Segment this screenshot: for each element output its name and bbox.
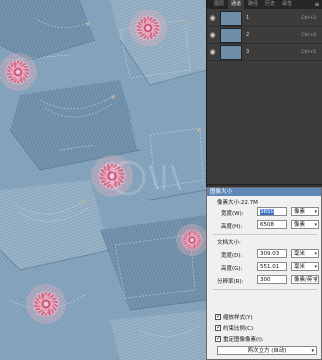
denim-pattern-image	[0, 0, 206, 360]
constrain-proportions-label: 约束比例(C)	[223, 326, 254, 332]
pixel-size-label: 像素大小:22.7M	[217, 200, 258, 206]
resolution-unit-select[interactable]: 像素/英寸	[291, 275, 319, 284]
doc-height-input[interactable]: 551.01	[257, 262, 287, 271]
pixel-width-value: 3650	[260, 209, 274, 215]
doc-width-input[interactable]: 309.03	[257, 249, 287, 258]
doc-width-unit-select[interactable]: 毫米	[291, 249, 319, 258]
channel-row-2[interactable]: ◉ 2 Ctrl+4	[207, 27, 322, 44]
pixel-width-unit-select[interactable]: 像素	[291, 207, 319, 216]
dialog-title: 图像大小	[207, 188, 321, 196]
pixel-width-label: 宽度(W):	[221, 211, 244, 217]
checkbox-box[interactable]	[215, 335, 221, 342]
resample-method-select[interactable]: 两次立方 (自动)	[217, 346, 317, 355]
channel-row-1[interactable]: ◉ 1 Ctrl+3	[207, 10, 322, 27]
pixel-height-input[interactable]: 6508	[257, 220, 287, 229]
resample-label: 重定图像像素(I):	[223, 337, 264, 343]
constrain-proportions-checkbox[interactable]: 约束比例(C)	[215, 324, 253, 332]
eye-icon[interactable]: ◉	[207, 14, 218, 22]
resample-checkbox[interactable]: 重定图像像素(I):	[215, 335, 264, 343]
scale-styles-label: 缩放样式(Y)	[223, 315, 253, 321]
eye-icon[interactable]: ◉	[207, 48, 218, 56]
channel-thumbnail	[220, 10, 242, 26]
doc-height-label: 高度(G):	[221, 266, 243, 272]
doc-width-label: 宽度(D):	[221, 253, 243, 259]
eye-icon[interactable]: ◉	[207, 31, 218, 39]
document-size-title: 文档大小:	[217, 240, 241, 246]
channel-thumbnail	[220, 44, 242, 60]
channel-name: 3	[246, 49, 250, 55]
tab-history[interactable]: 历史	[262, 0, 278, 9]
divider	[213, 234, 317, 235]
tab-layers[interactable]: 图层	[211, 0, 227, 9]
scale-styles-checkbox[interactable]: 缩放样式(Y)	[215, 313, 253, 321]
channel-shortcut: Ctrl+5	[301, 49, 316, 55]
resolution-input[interactable]: 300	[257, 275, 287, 284]
channel-row-3[interactable]: ◉ 3 Ctrl+5	[207, 44, 322, 61]
doc-height-unit-select[interactable]: 毫米	[291, 262, 319, 271]
tab-properties[interactable]: 属性	[279, 0, 295, 9]
resolution-label: 分辨率(R):	[217, 279, 244, 285]
panel-tabs: 图层 通道 路径 历史 属性 ≡	[207, 0, 322, 9]
channel-list: ◉ 1 Ctrl+3 ◉ 2 Ctrl+4 ◉ 3 Ctrl+5	[207, 9, 322, 61]
channels-panel: 图层 通道 路径 历史 属性 ≡ ◉ 1 Ctrl+3 ◉ 2 Ctrl+4 ◉	[206, 0, 322, 194]
tab-paths[interactable]: 路径	[245, 0, 261, 9]
divider	[213, 289, 317, 290]
panel-menu-icon[interactable]: ≡	[312, 0, 322, 9]
image-canvas[interactable]	[0, 0, 206, 360]
channel-shortcut: Ctrl+4	[301, 32, 316, 38]
photoshop-workspace: 图层 通道 路径 历史 属性 ≡ ◉ 1 Ctrl+3 ◉ 2 Ctrl+4 ◉	[0, 0, 322, 360]
checkbox-box[interactable]	[215, 324, 221, 331]
channel-thumbnail	[220, 27, 242, 43]
pixel-width-input[interactable]: 3650	[257, 207, 287, 216]
tab-channels[interactable]: 通道	[228, 0, 245, 9]
channel-name: 1	[246, 15, 250, 21]
checkbox-box[interactable]	[215, 313, 221, 320]
channel-name: 2	[246, 32, 250, 38]
pixel-height-label: 高度(H):	[221, 224, 243, 230]
channel-shortcut: Ctrl+3	[301, 15, 316, 21]
image-size-dialog: 图像大小 像素大小:22.7M 宽度(W): 3650 像素 高度(H): 65…	[206, 187, 322, 360]
pixel-height-unit-select[interactable]: 像素	[291, 220, 319, 229]
